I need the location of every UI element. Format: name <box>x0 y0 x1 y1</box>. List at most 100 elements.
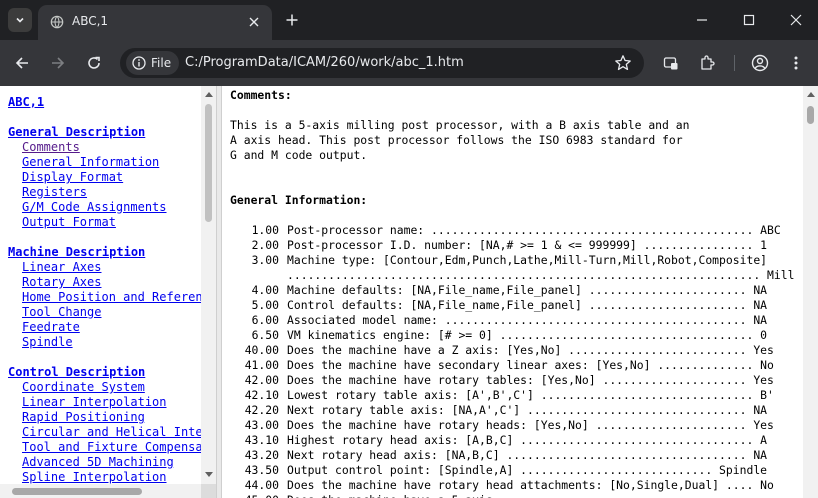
new-tab-button[interactable] <box>282 10 302 30</box>
comments-text: This is a 5-axis milling post processor,… <box>230 118 690 162</box>
nav-item-link[interactable]: Display Format <box>8 170 208 185</box>
tab-close-button[interactable] <box>246 14 262 30</box>
info-icon <box>132 56 146 70</box>
parameter-row: 6.00 Associated model name: .............… <box>230 313 802 328</box>
parameter-number: 42.20 <box>244 403 279 417</box>
scroll-down-arrow[interactable] <box>205 472 213 477</box>
tab-list-icon <box>16 17 24 23</box>
nav-item-link[interactable]: Linear Interpolation <box>8 395 208 410</box>
nav-item-link[interactable]: Spline Interpolation <box>8 470 208 485</box>
parameter-text: Output control point: [Spindle,A] ......… <box>287 463 768 477</box>
profile-icon <box>751 54 769 72</box>
parameter-row: 43.20 Next rotary head axis: [NA,B,C] ...… <box>230 448 802 463</box>
nav-item-link[interactable]: Output Format <box>8 215 208 230</box>
parameter-row: 42.00 Does the machine have rotary tables… <box>230 373 802 388</box>
parameter-number: 42.00 <box>244 373 279 387</box>
tab-list-button[interactable] <box>8 8 32 32</box>
browser-toolbar: File C:/ProgramData/ICAM/260/work/abc_1.… <box>0 40 818 86</box>
nav-group-link[interactable]: Control Description <box>8 365 208 380</box>
url-text[interactable]: C:/ProgramData/ICAM/260/work/abc_1.htm <box>185 55 464 70</box>
parameter-row: 45.00Does the machine have a 5-axis ....… <box>230 493 802 498</box>
parameter-row: 3.00 Machine type: [Contour,Edm,Punch,Lat… <box>230 253 802 268</box>
comments-heading: Comments: <box>230 88 292 102</box>
parameter-row: ........................................… <box>230 268 802 283</box>
parameter-text: Post-processor name: ...................… <box>287 223 781 237</box>
nav-item-link[interactable]: Registers <box>8 185 208 200</box>
parameter-text: Post-processor I.D. number: [NA,# >= 1 &… <box>287 238 768 252</box>
menu-button[interactable] <box>785 52 807 74</box>
nav-vertical-scroll-thumb[interactable] <box>205 104 212 222</box>
nav-horizontal-scrollbar[interactable] <box>0 484 201 498</box>
parameter-row: 5.00 Control defaults: [NA,File_name,File… <box>230 298 802 313</box>
reload-button[interactable] <box>82 51 106 75</box>
parameter-text: Does the machine have rotary tables: [Ye… <box>287 373 774 387</box>
address-bar[interactable]: File C:/ProgramData/ICAM/260/work/abc_1.… <box>120 48 644 78</box>
nav-group-link[interactable]: Machine Description <box>8 245 208 260</box>
nav-item-link[interactable]: Rapid Positioning <box>8 410 208 425</box>
window-close-button[interactable] <box>786 10 806 30</box>
tab-search-button[interactable] <box>660 52 682 74</box>
scroll-up-arrow[interactable] <box>205 92 213 97</box>
nav-group-link[interactable]: General Description <box>8 125 208 140</box>
document-vertical-scrollbar[interactable] <box>803 86 818 498</box>
back-icon <box>15 57 28 69</box>
parameter-number <box>230 268 279 283</box>
nav-horizontal-scroll-thumb[interactable] <box>12 488 142 495</box>
profile-button[interactable] <box>749 52 771 74</box>
nav-item-link[interactable]: G/M Code Assignments <box>8 200 208 215</box>
parameter-row: 40.00 Does the machine have a Z axis: [Ye… <box>230 343 802 358</box>
nav-item-link[interactable]: Tool Change <box>8 305 208 320</box>
nav-item-link[interactable]: Feedrate <box>8 320 208 335</box>
nav-item-link[interactable]: Advanced 5D Machining <box>8 455 208 470</box>
back-button[interactable] <box>10 51 34 75</box>
parameter-text: Next rotary table axis: [NA,A',C'] .....… <box>287 403 768 417</box>
menu-icon <box>794 56 798 70</box>
parameter-number: 4.00 <box>251 283 279 297</box>
nav-vertical-scrollbar[interactable] <box>201 86 216 484</box>
tab-strip: ABC,1 <box>0 0 818 40</box>
parameter-text: Does the machine have a 5-axis .........… <box>279 493 774 498</box>
parameter-text: Associated model name: .................… <box>287 313 768 327</box>
parameter-number: 6.50 <box>251 328 279 342</box>
parameter-text: Does the machine have secondary linear a… <box>287 358 774 372</box>
nav-item-link[interactable]: Comments <box>8 140 208 155</box>
parameter-number: 6.00 <box>251 313 279 327</box>
parameter-text: ........................................… <box>287 268 795 282</box>
nav-item-link[interactable]: Spindle <box>8 335 208 350</box>
parameter-row: 43.00 Does the machine have rotary heads:… <box>230 418 802 433</box>
scroll-up-arrow[interactable] <box>807 92 815 97</box>
parameter-row: 43.50 Output control point: [Spindle,A] .… <box>230 463 802 478</box>
star-icon[interactable] <box>614 54 632 72</box>
parameter-number: 3.00 <box>251 253 279 267</box>
nav-item-link[interactable]: Coordinate System <box>8 380 208 395</box>
browser-tab[interactable]: ABC,1 <box>38 5 272 40</box>
parameter-text: Next rotary head axis: [NA,B,C] ........… <box>287 448 768 462</box>
nav-item-link[interactable]: Home Position and Referen <box>8 290 208 305</box>
parameter-number: 44.00 <box>244 478 279 492</box>
parameter-number: 43.50 <box>244 463 279 477</box>
reload-icon <box>88 56 100 69</box>
nav-item-link[interactable]: Linear Axes <box>8 260 208 275</box>
parameter-text: Machine type: [Contour,Edm,Punch,Lathe,M… <box>287 253 768 267</box>
tab-title: ABC,1 <box>72 14 109 28</box>
extensions-button[interactable] <box>696 52 718 74</box>
maximize-button[interactable] <box>739 10 759 30</box>
navigation-list: ABC,1 General Description Comments General… <box>8 95 208 485</box>
minimize-icon <box>697 19 707 21</box>
parameter-row: 41.00 Does the machine have secondary lin… <box>230 358 802 373</box>
nav-item-link[interactable]: Circular and Helical Inte <box>8 425 208 440</box>
parameter-row: 1.00 Post-processor name: ...............… <box>230 223 802 238</box>
minimize-button[interactable] <box>692 10 712 30</box>
parameter-text: Lowest rotary table axis: [A',B',C'] ...… <box>287 388 774 402</box>
site-info-chip[interactable]: File <box>126 51 180 75</box>
nav-item-link[interactable]: Rotary Axes <box>8 275 208 290</box>
document-vertical-scroll-thumb[interactable] <box>807 106 814 124</box>
nav-title-link[interactable]: ABC,1 <box>8 95 208 110</box>
parameter-number: 1.00 <box>251 223 279 237</box>
parameter-text: Highest rotary head axis: [A,B,C] ......… <box>287 433 768 447</box>
nav-item-link[interactable]: General Information <box>8 155 208 170</box>
parameter-number: 43.10 <box>244 433 279 447</box>
nav-item-link[interactable]: Tool and Fixture Compensa <box>8 440 208 455</box>
toolbar-separator <box>734 55 735 71</box>
forward-button[interactable] <box>46 51 70 75</box>
